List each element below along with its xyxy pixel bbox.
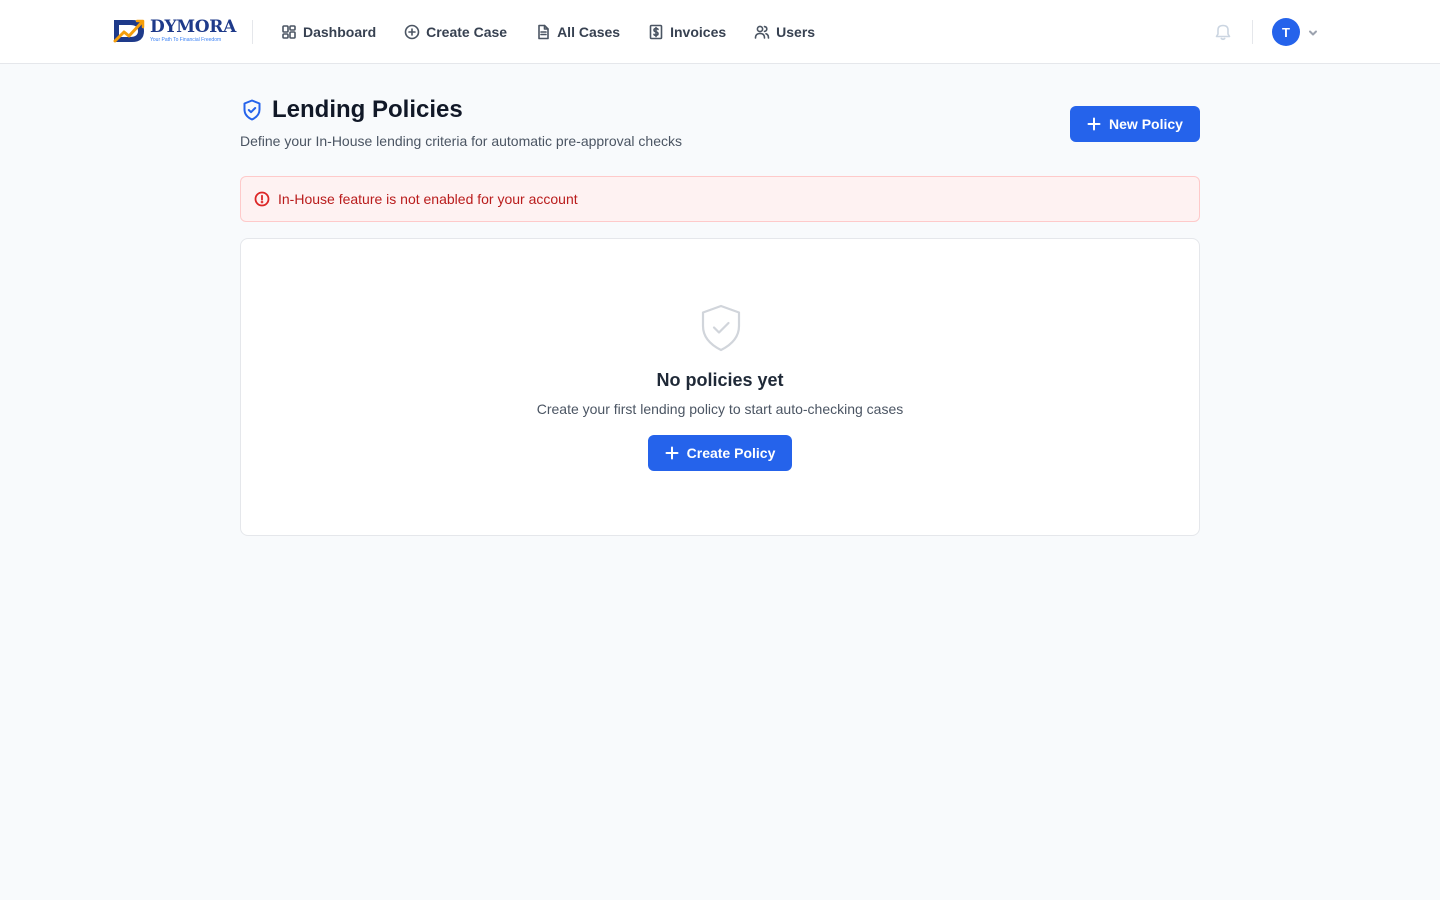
page-title: Lending Policies <box>272 96 463 123</box>
users-icon <box>754 25 770 39</box>
plus-circle-icon <box>404 24 420 40</box>
nav-item-create-case[interactable]: Create Case <box>404 24 507 40</box>
grid-icon <box>282 25 296 39</box>
user-menu-divider <box>1252 20 1253 44</box>
nav-divider <box>252 20 253 44</box>
nav-item-label: Invoices <box>670 24 727 40</box>
user-avatar[interactable]: T <box>1272 18 1300 46</box>
feature-disabled-alert: In-House feature is not enabled for your… <box>240 176 1200 222</box>
shield-check-icon <box>243 99 261 121</box>
brand-name: DYMORA <box>150 17 237 37</box>
create-policy-button[interactable]: Create Policy <box>648 435 792 471</box>
policies-empty-state: No policies yet Create your first lendin… <box>240 238 1200 536</box>
plus-icon <box>1087 117 1101 131</box>
logo-text: DYMORA Your Path To Financial Freedom <box>150 19 236 43</box>
shield-check-icon <box>701 304 741 352</box>
nav-item-label: Dashboard <box>303 24 377 40</box>
nav-item-label: All Cases <box>557 24 621 40</box>
top-navbar: DYMORA Your Path To Financial Freedom Da… <box>0 0 1440 64</box>
brand-logo[interactable]: DYMORA Your Path To Financial Freedom <box>112 16 238 46</box>
nav-item-label: Create Case <box>426 24 508 40</box>
nav-item-invoices[interactable]: Invoices <box>648 24 726 40</box>
brand-tagline: Your Path To Financial Freedom <box>150 37 222 43</box>
nav-item-all-cases[interactable]: All Cases <box>535 24 620 40</box>
notifications-button[interactable] <box>1213 22 1233 42</box>
user-menu-toggle[interactable] <box>1307 26 1319 38</box>
empty-state-description: Create your first lending policy to star… <box>536 401 904 417</box>
create-policy-label: Create Policy <box>686 445 776 461</box>
chevron-down-icon <box>1309 30 1317 36</box>
empty-state-icon-wrap <box>698 303 744 353</box>
alert-message: In-House feature is not enabled for your… <box>278 191 578 207</box>
nav-item-dashboard[interactable]: Dashboard <box>281 24 376 40</box>
file-icon <box>538 24 549 40</box>
bell-icon <box>1215 24 1231 41</box>
nav-item-users[interactable]: Users <box>754 24 815 40</box>
alert-circle-icon <box>254 191 270 207</box>
page-title-row: Lending Policies <box>240 96 463 124</box>
page-subtitle: Define your In-House lending criteria fo… <box>240 133 682 149</box>
new-policy-button[interactable]: New Policy <box>1070 106 1200 142</box>
main-nav: Dashboard Create Case All Cases Invoices <box>281 0 843 64</box>
new-policy-label: New Policy <box>1109 116 1183 132</box>
dollar-doc-icon <box>649 24 663 40</box>
nav-item-label: Users <box>776 24 816 40</box>
empty-state-title: No policies yet <box>656 370 784 390</box>
plus-icon <box>665 446 679 460</box>
logo-mark-icon <box>113 19 145 43</box>
